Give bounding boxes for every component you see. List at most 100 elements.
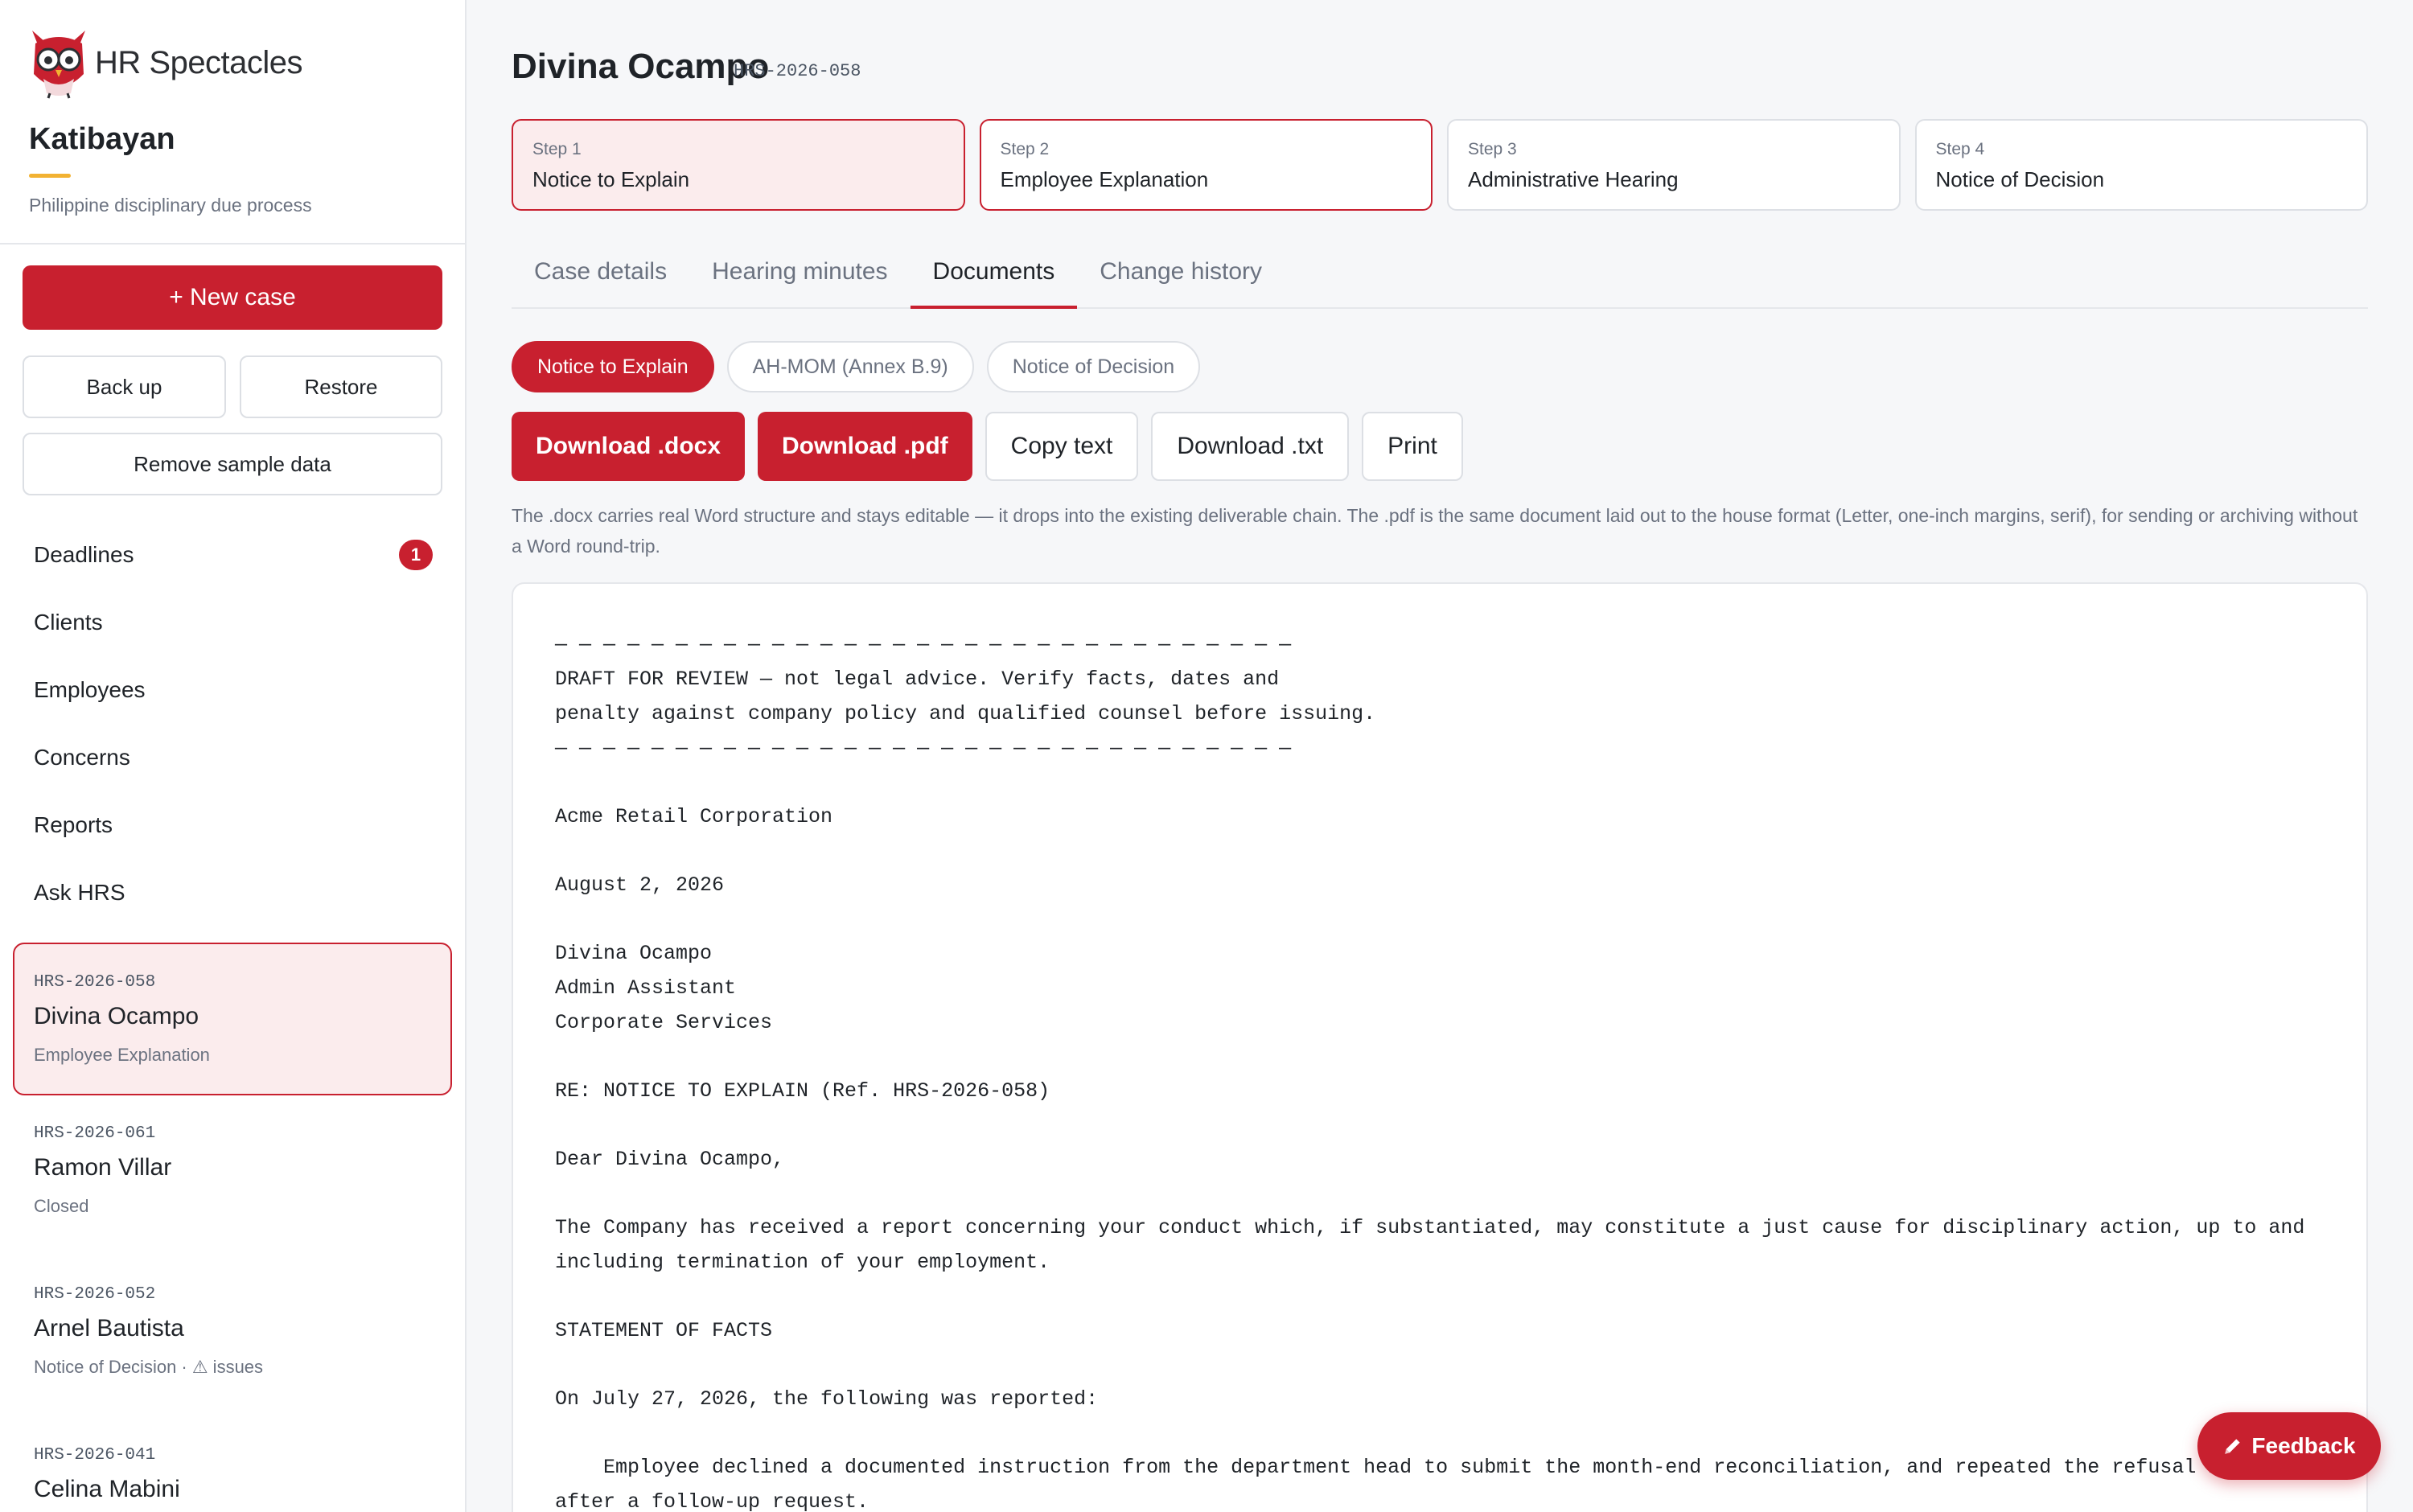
doc-line: RE: NOTICE TO EXPLAIN (Ref. HRS-2026-058… <box>555 1079 1050 1103</box>
print-button[interactable]: Print <box>1362 412 1463 481</box>
tab-case-details[interactable]: Case details <box>512 241 689 309</box>
doc-spacer <box>555 902 2325 936</box>
step-notice-to-explain[interactable]: Step 1 Notice to Explain <box>512 119 965 211</box>
case-status: Closed <box>34 1196 89 1216</box>
doc-line: Divina Ocampo <box>555 942 713 965</box>
org-title: Katibayan <box>29 122 175 156</box>
download-docx-button[interactable]: Download .docx <box>512 412 746 481</box>
sidebar-item-ask-hrs[interactable]: Ask HRS <box>0 859 465 927</box>
case-name: Ramon Villar <box>34 1154 172 1181</box>
doc-line: On July 27, 2026, the following was repo… <box>555 1387 1099 1411</box>
case-ref: HRS-2026-058 <box>34 973 156 992</box>
org-underline <box>29 174 71 178</box>
case-ref: HRS-2026-061 <box>34 1124 156 1143</box>
feedback-button[interactable]: Feedback <box>2197 1412 2381 1480</box>
org-subtitle: Philippine disciplinary due process <box>29 195 312 216</box>
doc-line: August 2, 2026 <box>555 873 725 897</box>
sidebar-item-clients[interactable]: Clients <box>0 589 465 656</box>
step-employee-explanation[interactable]: Step 2 Employee Explanation <box>979 119 1433 211</box>
document-actions: Download .docx Download .pdf Copy text D… <box>512 412 1463 481</box>
download-pdf-button[interactable]: Download .pdf <box>758 412 972 481</box>
feedback-label: Feedback <box>2251 1433 2356 1458</box>
case-name: Celina Mabini <box>34 1476 180 1502</box>
download-txt-button[interactable]: Download .txt <box>1151 412 1350 481</box>
restore-button[interactable]: Restore <box>240 355 442 418</box>
case-list-item[interactable]: HRS-2026-052 Arnel Bautista Notice of De… <box>0 1256 465 1417</box>
case-list-item-active[interactable]: HRS-2026-058 Divina Ocampo Employee Expl… <box>13 943 452 1095</box>
pencil-icon <box>2225 1439 2241 1454</box>
sidebar-item-reports[interactable]: Reports <box>0 791 465 859</box>
deadlines-count-badge: 1 <box>399 540 433 570</box>
document-preview: — — — — — — — — — — — — — — — — — — — — … <box>512 582 2368 1512</box>
case-tabs: Case details Hearing minutes Documents C… <box>512 241 2368 309</box>
doc-line: after a follow-up request. <box>555 1490 869 1512</box>
sidebar-item-label: Ask HRS <box>34 880 125 905</box>
doc-spacer <box>555 1040 2325 1074</box>
doc-spacer <box>555 1177 2325 1210</box>
step-administrative-hearing[interactable]: Step 3 Administrative Hearing <box>1447 119 1901 211</box>
process-steps: Step 1 Notice to Explain Step 2 Employee… <box>512 119 2368 211</box>
step-label: Administrative Hearing <box>1468 167 1679 191</box>
doc-line: — — — — — — — — — — — — — — — — — — — — … <box>555 737 1292 760</box>
sidebar-nav: Deadlines 1 Clients Employees Concerns R… <box>0 521 465 927</box>
doc-line: DRAFT FOR REVIEW — not legal advice. Ver… <box>555 668 1280 691</box>
case-list: HRS-2026-058 Divina Ocampo Employee Expl… <box>0 943 465 1512</box>
step-label: Employee Explanation <box>1000 167 1209 191</box>
case-name: Arnel Bautista <box>34 1315 184 1341</box>
doc-line: Admin Assistant <box>555 976 737 1000</box>
step-label: Notice of Decision <box>1935 167 2105 191</box>
doc-spacer <box>555 1416 2325 1450</box>
sidebar-item-label: Concerns <box>34 745 130 770</box>
tab-change-history[interactable]: Change history <box>1077 241 1285 309</box>
case-status: Notice of Decision · ⚠ issues <box>34 1357 264 1377</box>
doc-line: penalty against company policy and quali… <box>555 702 1376 725</box>
case-list-item[interactable]: HRS-2026-041 Celina Mabini <box>0 1417 465 1512</box>
doc-spacer <box>555 834 2325 868</box>
sidebar-item-label: Deadlines <box>34 542 134 567</box>
doc-spacer <box>555 766 2325 799</box>
remove-sample-data-button[interactable]: Remove sample data <box>23 433 442 495</box>
page-title: Divina Ocampo <box>512 47 770 86</box>
doc-spacer <box>555 1280 2325 1313</box>
doc-line: Corporate Services <box>555 1011 773 1034</box>
document-type-selector: Notice to Explain AH-MOM (Annex B.9) Not… <box>512 341 1201 392</box>
sidebar-item-deadlines[interactable]: Deadlines 1 <box>0 521 465 589</box>
sidebar-item-concerns[interactable]: Concerns <box>0 724 465 791</box>
sidebar-item-label: Reports <box>34 812 113 837</box>
doc-line: STATEMENT OF FACTS <box>555 1319 773 1342</box>
doc-pill-notice-to-explain[interactable]: Notice to Explain <box>512 341 714 392</box>
step-number: Step 3 <box>1468 140 1517 158</box>
case-list-item[interactable]: HRS-2026-061 Ramon Villar Closed <box>0 1095 465 1256</box>
tab-documents[interactable]: Documents <box>910 241 1078 309</box>
step-number: Step 2 <box>1000 140 1050 158</box>
doc-pill-notice-of-decision[interactable]: Notice of Decision <box>986 341 1201 392</box>
new-case-button[interactable]: + New case <box>23 265 442 330</box>
step-number: Step 1 <box>532 140 582 158</box>
main-content: Divina Ocampo HRS-2026-058 Step 1 Notice… <box>467 0 2413 1512</box>
step-notice-of-decision[interactable]: Step 4 Notice of Decision <box>1914 119 2368 211</box>
owl-logo-icon <box>32 31 85 99</box>
brand-name: HR Spectacles <box>95 44 303 80</box>
tab-hearing-minutes[interactable]: Hearing minutes <box>689 241 910 309</box>
doc-pill-ah-mom[interactable]: AH-MOM (Annex B.9) <box>726 341 974 392</box>
doc-line: Employee declined a documented instructi… <box>555 1456 2233 1479</box>
format-hint: The .docx carries real Word structure an… <box>512 505 2358 557</box>
doc-spacer <box>555 1348 2325 1382</box>
sidebar-item-label: Employees <box>34 677 146 702</box>
back-up-button[interactable]: Back up <box>23 355 226 418</box>
case-ref: HRS-2026-052 <box>34 1285 156 1304</box>
step-number: Step 4 <box>1935 140 1985 158</box>
case-status: Employee Explanation <box>34 1045 210 1065</box>
brand[interactable]: HR Spectacles <box>27 26 303 100</box>
doc-line: Dear Divina Ocampo, <box>555 1148 785 1171</box>
doc-line: — — — — — — — — — — — — — — — — — — — — … <box>555 633 1292 656</box>
copy-text-button[interactable]: Copy text <box>985 412 1139 481</box>
case-name: Divina Ocampo <box>34 1003 199 1029</box>
sidebar-item-label: Clients <box>34 610 103 635</box>
sidebar-divider <box>0 243 465 244</box>
sidebar-item-employees[interactable]: Employees <box>0 656 465 724</box>
doc-line: The Company has received a report concer… <box>555 1216 2305 1239</box>
doc-line: Acme Retail Corporation <box>555 805 833 828</box>
doc-spacer <box>555 1108 2325 1142</box>
sidebar: HR Spectacles Katibayan Philippine disci… <box>0 0 467 1512</box>
